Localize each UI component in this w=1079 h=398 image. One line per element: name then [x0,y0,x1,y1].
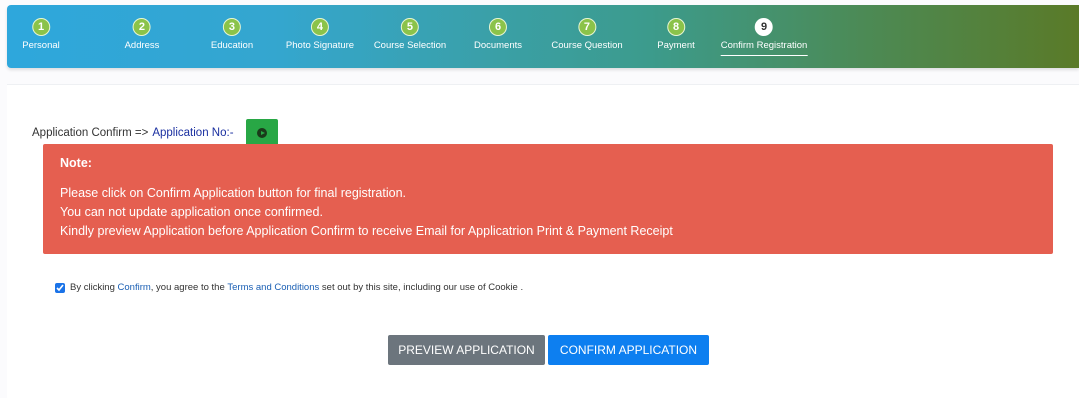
confirm-link[interactable]: Confirm [118,282,151,293]
play-button[interactable] [245,119,278,147]
step-label: Course Selection [373,40,447,51]
agree-prefix: By clicking [70,282,115,293]
step-number: 1 [32,18,50,36]
step-education[interactable]: 3 Education [211,18,253,51]
registration-stepper: 1 Personal 2 Address 3 Education 4 Photo… [7,5,1079,68]
step-label: Confirm Registration [720,40,808,56]
note-line: Kindly preview Application before Applic… [60,224,673,238]
confirm-card: Application Confirm => Application No:- … [7,84,1079,398]
play-circle-icon [256,128,267,138]
step-documents[interactable]: 6 Documents [474,18,522,51]
preview-application-button[interactable]: PREVIEW APPLICATION [388,335,545,365]
step-label: Photo Signature [285,40,355,51]
step-course-question[interactable]: 7 Course Question [551,18,623,51]
step-course-selection[interactable]: 5 Course Selection [374,18,446,51]
step-label: Address [124,40,160,51]
step-confirm-registration[interactable]: 9 Confirm Registration [720,18,808,56]
note-line: Please click on Confirm Application butt… [60,186,407,200]
note-title: Note: [60,156,92,170]
step-label: Documents [473,40,523,51]
step-number: 7 [577,18,596,36]
step-label: Education [210,40,254,51]
step-number: 8 [667,18,685,36]
application-number-label: Application No:- [152,127,234,139]
agree-checkbox[interactable] [55,282,65,293]
application-confirm-label: Application Confirm => [32,127,149,139]
step-address[interactable]: 2 Address [124,18,160,51]
step-label: Payment [657,40,695,51]
step-number: 3 [222,18,241,36]
note-line: You can not update application once conf… [60,205,323,219]
note-alert: Note: Please click on Confirm Applicatio… [43,144,1053,254]
page: 1 Personal 2 Address 3 Education 4 Photo… [0,0,1079,398]
step-number: 9 [755,18,773,36]
agreement-row: By clicking Confirm, you agree to the Te… [55,282,523,293]
step-label: Course Question [551,40,623,51]
application-line: Application Confirm => Application No:- [32,119,278,147]
step-number: 6 [489,18,507,36]
step-payment[interactable]: 8 Payment [657,18,695,51]
step-number: 2 [132,18,151,36]
terms-link[interactable]: Terms and Conditions [227,282,319,293]
confirm-application-button[interactable]: CONFIRM APPLICATION [548,335,709,365]
agree-suffix: set out by this site, including our use … [321,282,524,293]
agree-middle: , you agree to the [150,282,225,293]
step-personal[interactable]: 1 Personal [22,18,60,51]
step-photo-signature[interactable]: 4 Photo Signature [286,18,354,51]
step-number: 5 [400,18,419,36]
step-label: Personal [22,40,60,51]
step-number: 4 [310,18,329,36]
